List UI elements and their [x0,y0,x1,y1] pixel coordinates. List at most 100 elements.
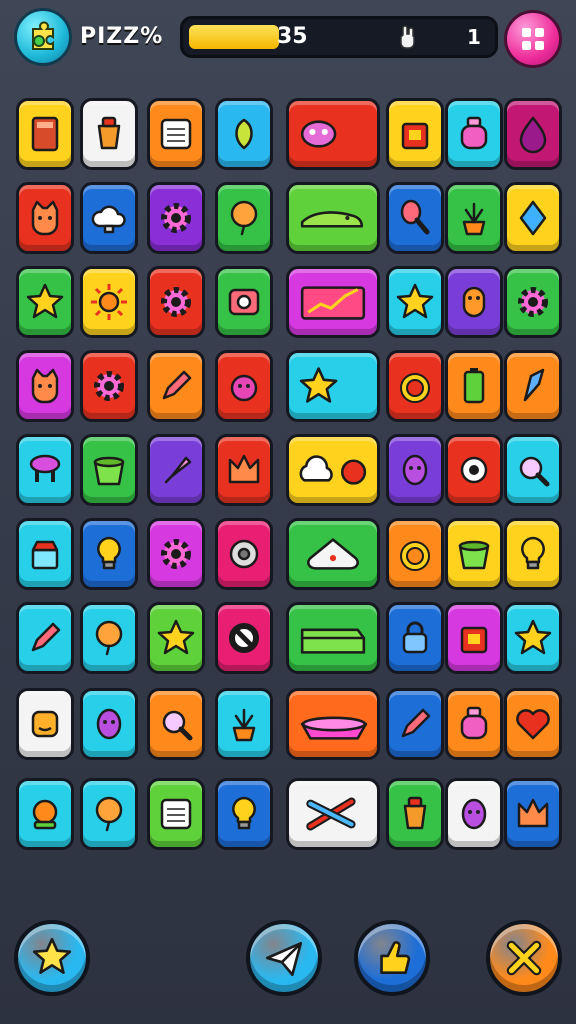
tile-gear[interactable] [147,182,205,254]
tile-disc[interactable] [215,518,273,590]
gear-icon [161,287,191,317]
tile-cup[interactable] [80,98,138,170]
tile-cloud[interactable] [80,182,138,254]
tile-eye[interactable] [445,434,503,506]
tile-star[interactable] [147,602,205,674]
heart-icon [516,709,550,740]
tile-heart[interactable] [504,688,562,760]
tile-star[interactable] [386,266,444,338]
tile-gear[interactable] [147,518,205,590]
tile-forbidden[interactable] [215,602,273,674]
chart-icon [300,286,366,320]
plant-icon [462,202,486,236]
egg-icon [461,798,487,830]
face-icon [31,710,59,738]
bulb-icon [232,796,256,830]
tile-gear[interactable] [504,266,562,338]
tile-stool[interactable] [16,434,74,506]
tile-crown[interactable] [504,778,562,850]
tile-tools[interactable] [286,778,380,850]
tile-bulb[interactable] [504,518,562,590]
tile-star[interactable] [504,602,562,674]
tools-button[interactable] [486,920,562,996]
egg-icon [402,454,428,486]
tile-box[interactable] [386,98,444,170]
balloon-icon [95,620,123,656]
tile-sun[interactable] [80,266,138,338]
tile-cat[interactable] [16,182,74,254]
tile-magnifier[interactable] [147,688,205,760]
tile-monster[interactable] [445,266,503,338]
tile-pot[interactable] [445,518,503,590]
tile-egg[interactable] [386,434,444,506]
tile-cloud-ball[interactable] [286,434,380,506]
diamond-icon [519,200,547,236]
tile-balloon[interactable] [215,182,273,254]
crown-icon [228,454,260,484]
tile-calendar[interactable] [147,778,205,850]
tile-box[interactable] [445,602,503,674]
tile-egg[interactable] [445,778,503,850]
box-icon [460,626,488,654]
tile-brush[interactable] [147,434,205,506]
tile-cat[interactable] [16,350,74,422]
tile-cup[interactable] [386,778,444,850]
tile-lizard[interactable] [286,182,380,254]
tile-chart[interactable] [286,266,380,338]
tile-pencil[interactable] [16,602,74,674]
tile-racket[interactable] [386,182,444,254]
tile-ring[interactable] [386,518,444,590]
tile-bottle[interactable] [445,688,503,760]
tile-gear[interactable] [80,350,138,422]
tile-ball[interactable] [215,350,273,422]
tile-wallet[interactable] [286,602,380,674]
tile-drop[interactable] [504,98,562,170]
tile-face[interactable] [16,688,74,760]
ring-icon [400,541,430,571]
tile-leaf[interactable] [215,98,273,170]
tile-plant[interactable] [445,182,503,254]
tile-balloon[interactable] [80,602,138,674]
star-icon [514,619,552,655]
tile-star[interactable] [286,350,380,422]
tile-ring[interactable] [386,350,444,422]
send-button[interactable] [246,920,322,996]
cat-icon [31,200,59,236]
tile-slime[interactable] [286,518,380,590]
star-icon [157,619,195,655]
tile-battery[interactable] [445,350,503,422]
crossed-tools-icon [506,940,542,976]
tile-magnifier[interactable] [504,434,562,506]
tile-gear[interactable] [147,266,205,338]
tile-pencil[interactable] [147,350,205,422]
tile-lock[interactable] [386,602,444,674]
balloon-icon [95,796,123,832]
favorites-button[interactable] [14,920,90,996]
tile-star[interactable] [16,266,74,338]
tile-blade[interactable] [504,350,562,422]
tile-crown[interactable] [215,434,273,506]
tile-egg[interactable] [80,688,138,760]
tile-bulb[interactable] [80,518,138,590]
blade-icon [523,368,545,402]
crown-icon [517,798,549,828]
tile-bottle[interactable] [445,98,503,170]
tile-bulb[interactable] [215,778,273,850]
tile-camera[interactable] [215,266,273,338]
tile-balloon[interactable] [80,778,138,850]
drop-icon [519,116,547,154]
tile-pot[interactable] [80,434,138,506]
tile-bug[interactable] [286,98,380,170]
calendar-icon [160,118,192,150]
book-icon [31,116,59,152]
hint-button[interactable] [354,920,430,996]
tile-pencil[interactable] [386,688,444,760]
pencil-icon [31,622,61,652]
tile-diamond[interactable] [504,182,562,254]
tile-boat[interactable] [286,688,380,760]
tile-book[interactable] [16,98,74,170]
tile-calendar[interactable] [147,98,205,170]
tile-cake[interactable] [16,518,74,590]
tile-crystal[interactable] [16,778,74,850]
tile-plant[interactable] [215,688,273,760]
